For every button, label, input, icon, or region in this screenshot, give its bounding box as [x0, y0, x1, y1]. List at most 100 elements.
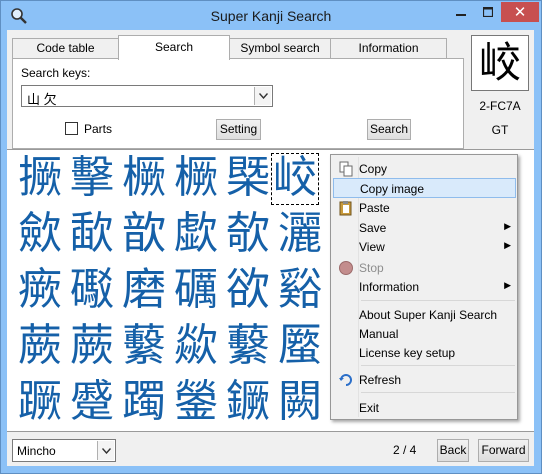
- result-kanji[interactable]: 蟨: [274, 319, 326, 375]
- parts-label: Parts: [84, 122, 113, 136]
- chevron-down-icon: [258, 93, 268, 99]
- dropdown-button[interactable]: [97, 441, 114, 460]
- menu-label: About Super Kanji Search: [359, 308, 498, 322]
- result-kanji[interactable]: 磨: [118, 263, 170, 319]
- result-kanji[interactable]: 蹶: [14, 375, 66, 431]
- search-keys-label: Search keys:: [21, 66, 91, 80]
- menu-label: Refresh: [359, 373, 402, 387]
- menu-label: Copy: [359, 162, 388, 176]
- menu-label: Paste: [359, 201, 390, 215]
- refresh-icon: [339, 374, 352, 386]
- result-kanji[interactable]: 蹙: [66, 375, 118, 431]
- tab-symbol-search[interactable]: Symbol search: [229, 38, 331, 59]
- result-kanji[interactable]: 歆: [118, 207, 170, 263]
- result-kanji[interactable]: 蕨: [66, 319, 118, 375]
- menu-item-copy[interactable]: Copy: [333, 159, 516, 179]
- close-button[interactable]: ✕: [501, 2, 539, 22]
- menu-label: Copy image: [360, 182, 425, 196]
- menu-item-manual[interactable]: Manual: [333, 324, 516, 344]
- setting-button[interactable]: Setting: [216, 119, 261, 140]
- result-kanji[interactable]: 瘚: [14, 263, 66, 319]
- minimize-button[interactable]: [447, 2, 475, 22]
- result-kanji[interactable]: 歃: [66, 207, 118, 263]
- page-indicator: 2 / 4: [393, 443, 417, 457]
- copy-icon: [339, 161, 353, 177]
- tab-search[interactable]: Search: [118, 35, 230, 60]
- result-kanji[interactable]: 擊: [66, 151, 118, 207]
- forward-button[interactable]: Forward: [478, 439, 529, 462]
- font-select[interactable]: Mincho: [12, 439, 116, 462]
- maximize-button[interactable]: [475, 2, 501, 22]
- menu-item-about[interactable]: About Super Kanji Search: [333, 305, 516, 325]
- result-kanji[interactable]: 闕: [274, 375, 326, 431]
- submenu-arrow-icon: ▶: [504, 221, 511, 231]
- menu-label: Manual: [359, 327, 399, 341]
- result-kanji[interactable]: 撅: [14, 151, 66, 207]
- font-select-value: Mincho: [17, 444, 56, 458]
- kanji-preview: 峧: [471, 35, 529, 91]
- tab-code-table[interactable]: Code table: [12, 38, 119, 59]
- tab-label: Search: [154, 40, 194, 54]
- result-kanji[interactable]: 歛: [14, 207, 66, 263]
- title-bar[interactable]: Super Kanji Search ✕: [1, 1, 541, 31]
- result-kanji[interactable]: 躅: [118, 375, 170, 431]
- menu-item-exit[interactable]: Exit: [333, 398, 516, 418]
- close-icon: ✕: [513, 4, 527, 21]
- menu-item-view[interactable]: View ▶: [333, 237, 516, 257]
- menu-separator: [361, 365, 515, 366]
- dropdown-button[interactable]: [254, 87, 271, 105]
- menu-label: Stop: [359, 261, 384, 275]
- menu-item-license-key-setup[interactable]: License key setup: [333, 343, 516, 363]
- search-panel: Search keys: 山 欠 Parts Setting Search: [12, 58, 464, 149]
- paste-icon: [339, 201, 352, 216]
- result-kanji[interactable]: 礟: [66, 263, 118, 319]
- tab-label: Symbol search: [240, 41, 320, 55]
- menu-item-information[interactable]: Information ▶: [333, 277, 516, 297]
- parts-checkbox[interactable]: [65, 122, 78, 135]
- search-keys-value: 山 欠: [27, 92, 57, 107]
- result-kanji[interactable]: 歘: [170, 319, 222, 375]
- bottom-bar: Mincho 2 / 4 Back Forward: [7, 433, 534, 466]
- result-kanji-selected[interactable]: 峧: [269, 151, 321, 207]
- tab-information[interactable]: Information: [330, 38, 447, 59]
- tab-label: Information: [358, 41, 419, 55]
- menu-item-copy-image[interactable]: Copy image: [333, 178, 516, 198]
- menu-item-stop: Stop: [333, 258, 516, 278]
- result-kanji[interactable]: 蘻: [118, 319, 170, 375]
- result-kanji[interactable]: 蘻: [222, 319, 274, 375]
- result-kanji[interactable]: 蕨: [14, 319, 66, 375]
- chevron-down-icon: [101, 447, 111, 454]
- menu-separator: [361, 300, 515, 301]
- tab-label: Code table: [36, 41, 95, 55]
- result-kanji[interactable]: 欹: [222, 207, 274, 263]
- kanji-grade: GT: [491, 123, 509, 137]
- context-menu: Copy Copy image Paste Save ▶ View ▶ Stop…: [330, 154, 518, 420]
- menu-item-paste[interactable]: Paste: [333, 198, 516, 218]
- menu-item-refresh[interactable]: Refresh: [333, 370, 516, 390]
- menu-label: Exit: [359, 401, 380, 415]
- back-button[interactable]: Back: [437, 439, 469, 462]
- result-kanji[interactable]: 灑: [274, 207, 326, 263]
- result-kanji[interactable]: 橛: [170, 151, 222, 207]
- menu-label: License key setup: [359, 346, 456, 360]
- result-kanji[interactable]: 歔: [170, 207, 222, 263]
- result-kanji[interactable]: 欲: [222, 263, 274, 319]
- menu-separator: [361, 392, 515, 393]
- menu-label: View: [359, 240, 385, 254]
- search-keys-combo[interactable]: 山 欠: [21, 85, 273, 107]
- kanji-code: 2-FC7A: [479, 99, 521, 113]
- result-kanji[interactable]: 鐝: [222, 375, 274, 431]
- menu-item-save[interactable]: Save ▶: [333, 218, 516, 238]
- minimize-icon: [456, 14, 466, 16]
- result-kanji[interactable]: 礪: [170, 263, 222, 319]
- search-button[interactable]: Search: [367, 119, 411, 140]
- submenu-arrow-icon: ▶: [504, 280, 511, 290]
- submenu-arrow-icon: ▶: [504, 240, 511, 250]
- menu-label: Information: [359, 280, 420, 294]
- maximize-icon: [483, 7, 493, 17]
- result-kanji[interactable]: 橛: [118, 151, 170, 207]
- result-kanji[interactable]: 鎣: [170, 375, 222, 431]
- result-kanji[interactable]: 槩: [222, 151, 274, 207]
- stop-icon: [339, 261, 353, 275]
- result-kanji[interactable]: 谿: [274, 263, 326, 319]
